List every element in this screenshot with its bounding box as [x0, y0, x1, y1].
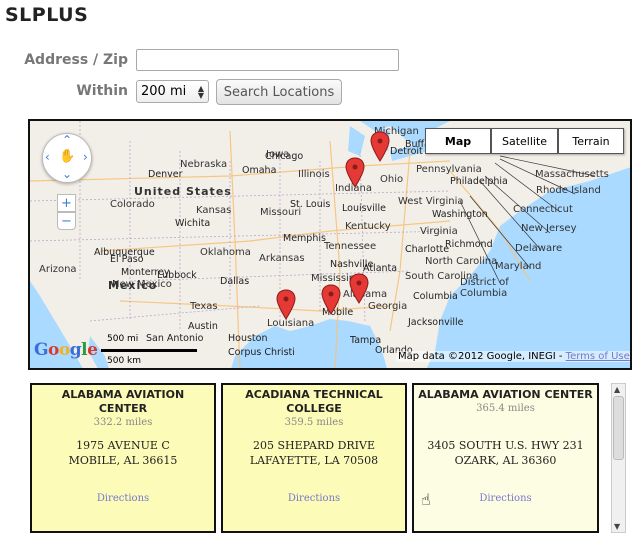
radius-select[interactable]: 200 mi ▲ ▼: [136, 80, 209, 103]
address-label: Address / Zip: [24, 52, 128, 68]
google-logo: Google: [34, 340, 98, 360]
map-label-dc: District of Columbia: [460, 277, 509, 299]
map-type-terrain-button[interactable]: Terrain: [558, 128, 624, 154]
result-city: LAFAYETTE, LA 70508: [249, 454, 379, 467]
map[interactable]: United States Mexico Michigan Ohio India…: [28, 119, 632, 370]
terms-of-use-link[interactable]: Terms of Use: [566, 351, 630, 362]
map-city-dallas: Dallas: [220, 276, 250, 287]
marker-pin-icon[interactable]: [320, 284, 342, 316]
map-type-map-button[interactable]: Map: [425, 128, 491, 154]
map-label-kentucky: Kentucky: [345, 221, 391, 232]
within-label: Within: [76, 83, 128, 99]
map-label-kansas: Kansas: [196, 205, 232, 216]
result-distance: 365.4 miles: [476, 403, 535, 414]
marker-pin-icon[interactable]: [369, 131, 391, 163]
map-city-st-louis: St. Louis: [290, 199, 331, 210]
directions-link[interactable]: Directions: [32, 493, 214, 504]
map-city-columbia: Columbia: [413, 291, 458, 302]
map-label-rhode-island: Rhode Island: [536, 185, 601, 196]
hand-icon: ✋: [59, 149, 76, 164]
radius-value: 200 mi: [141, 84, 187, 99]
map-type-satellite-button[interactable]: Satellite: [491, 128, 558, 154]
directions-link[interactable]: Directions: [414, 493, 597, 504]
zoom-out-button[interactable]: −: [57, 212, 76, 230]
map-label-arkansas: Arkansas: [259, 253, 305, 264]
map-copyright: Map data ©2012 Google, INEGI - Terms of …: [396, 351, 630, 362]
map-label-oklahoma: Oklahoma: [200, 247, 251, 258]
result-distance: 359.5 miles: [284, 417, 344, 428]
scale-miles: 500 mi: [107, 334, 139, 344]
result-name: ACADIANA TECHNICAL COLLEGE: [245, 388, 383, 415]
map-label-colorado: Colorado: [110, 199, 155, 210]
result-card[interactable]: ACADIANA TECHNICAL COLLEGE 359.5 miles 2…: [221, 383, 407, 533]
map-city-memphis: Memphis: [283, 233, 326, 244]
result-card[interactable]: ALABAMA AVIATION CENTER 365.4 miles 3405…: [412, 383, 599, 533]
results-scrollbar[interactable]: ▲ ▼: [611, 383, 626, 533]
map-city-jacksonville: Jacksonville: [408, 317, 464, 328]
map-city-wichita: Wichita: [175, 218, 211, 229]
pan-right-icon[interactable]: ›: [83, 150, 88, 164]
scale-bar: 500 mi 500 km: [98, 334, 203, 366]
map-label-maryland: Maryland: [495, 261, 542, 272]
result-name: ALABAMA AVIATION CENTER: [418, 388, 593, 401]
result-distance: 332.2 miles: [93, 417, 153, 428]
map-city-austin: Austin: [188, 321, 218, 332]
map-city-louisville: Louisville: [342, 203, 386, 214]
map-city-houston: Houston: [228, 333, 268, 344]
marker-pin-icon[interactable]: [344, 157, 366, 189]
copyright-text: Map data ©2012 Google, INEGI -: [398, 351, 566, 362]
map-label-nebraska: Nebraska: [180, 159, 228, 170]
result-street: 1975 AVENUE C: [76, 439, 170, 452]
pan-up-icon[interactable]: ⌃: [62, 133, 72, 147]
pan-left-icon[interactable]: ‹: [45, 150, 50, 164]
map-label-west-virginia: West Virginia: [398, 196, 464, 207]
scrollbar-thumb[interactable]: [613, 396, 624, 460]
marker-pin-icon[interactable]: [348, 273, 370, 305]
results-panel: ALABAMA AVIATION CENTER 332.2 miles 1975…: [28, 381, 630, 535]
map-label-pennsylvania: Pennsylvania: [416, 164, 482, 175]
map-city-charlotte: Charlotte: [405, 244, 450, 255]
result-card[interactable]: ALABAMA AVIATION CENTER 332.2 miles 1975…: [30, 383, 216, 533]
result-city: OZARK, AL 36360: [454, 454, 557, 467]
scroll-up-icon[interactable]: ▲: [614, 385, 620, 394]
pan-control[interactable]: ⌃ ⌄ ‹ › ✋: [42, 133, 92, 183]
result-street: 3405 SOUTH U.S. HWY 231: [427, 439, 584, 452]
address-input[interactable]: [136, 49, 399, 71]
select-arrows-icon: ▲ ▼: [197, 83, 204, 100]
result-name: ALABAMA AVIATION CENTER: [61, 388, 185, 415]
map-city-omaha: Omaha: [242, 165, 277, 176]
map-label-us: United States: [134, 185, 232, 198]
hand-cursor-icon: ☝: [421, 490, 431, 509]
map-city-denver: Denver: [148, 169, 183, 180]
map-label-delaware: Delaware: [515, 243, 563, 254]
pan-down-icon[interactable]: ⌄: [62, 167, 72, 181]
marker-pin-icon[interactable]: [275, 289, 297, 321]
map-label-ohio: Ohio: [380, 174, 404, 185]
map-city-chicago: Chicago: [265, 151, 304, 162]
map-city-lubbock: Lubbock: [157, 270, 197, 281]
search-locations-button[interactable]: Search Locations: [216, 79, 342, 105]
map-label-connecticut: Connecticut: [513, 204, 573, 215]
map-label-georgia: Georgia: [368, 301, 408, 312]
result-city: MOBILE, AL 36615: [68, 454, 178, 467]
map-label-virginia: Virginia: [420, 226, 458, 237]
map-label-tennessee: Tennessee: [324, 241, 377, 252]
map-city-philadelphia: Philadelphia: [450, 176, 508, 187]
scale-km: 500 km: [107, 356, 142, 366]
directions-link[interactable]: Directions: [223, 493, 405, 504]
result-street: 205 SHEPARD DRIVE: [252, 439, 375, 452]
map-city-corpus-christi: Corpus Christi: [228, 347, 295, 358]
zoom-in-button[interactable]: +: [57, 194, 76, 212]
map-label-new-jersey: New Jersey: [521, 223, 577, 234]
map-city-richmond: Richmond: [445, 239, 493, 250]
map-label-arizona: Arizona: [39, 264, 77, 275]
map-label-north-carolina: North Carolina: [425, 256, 498, 267]
map-city-albuquerque: Albuquerque: [94, 247, 155, 258]
map-city-washington: Washington: [432, 209, 488, 220]
map-label-texas: Texas: [190, 301, 218, 312]
map-label-illinois: Illinois: [298, 169, 330, 180]
map-label-massachusetts: Massachusetts: [535, 169, 609, 180]
scroll-down-icon[interactable]: ▼: [614, 522, 620, 531]
page-title: SLPLUS: [5, 4, 89, 26]
